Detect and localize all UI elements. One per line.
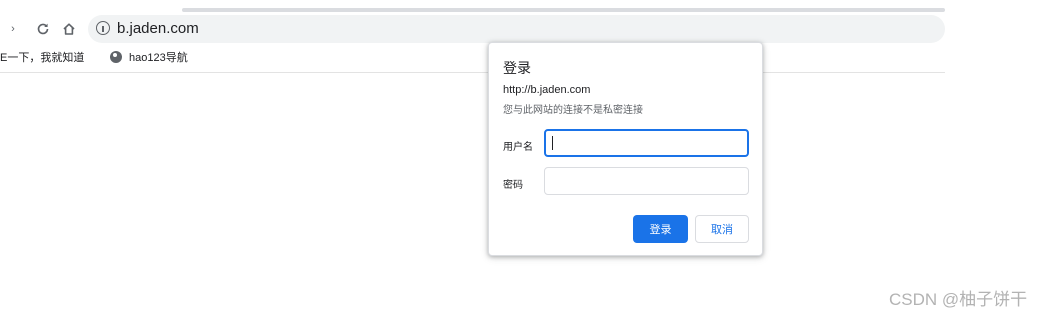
toolbar-divider	[0, 72, 945, 73]
reload-icon	[37, 23, 49, 35]
address-bar[interactable]: b.jaden.com	[88, 15, 945, 43]
bookmark-baidu[interactable]: E一下，我就知道	[0, 49, 84, 65]
bookmark-label: E一下，我就知道	[0, 52, 85, 64]
bookmark-hao123[interactable]: hao123导航	[110, 49, 188, 65]
forward-button[interactable]: ›	[6, 14, 20, 44]
bookmark-label: hao123导航	[129, 52, 188, 64]
connection-warning: 您与此网站的连接不是私密连接	[503, 105, 643, 116]
bookmarks-bar: E一下，我就知道 hao123导航	[0, 46, 945, 68]
tab-strip	[182, 8, 945, 12]
watermark: CSDN @柚子饼干	[889, 290, 1028, 309]
address-url: b.jaden.com	[117, 20, 199, 37]
password-input[interactable]	[544, 167, 749, 195]
cancel-button[interactable]: 取消	[695, 215, 749, 243]
dialog-site-url: http://b.jaden.com	[503, 84, 591, 96]
chevron-right-icon: ›	[11, 22, 15, 35]
login-button[interactable]: 登录	[633, 215, 688, 243]
globe-icon	[110, 51, 122, 63]
text-caret	[552, 136, 553, 150]
info-icon[interactable]	[96, 21, 110, 35]
password-label: 密码	[503, 180, 523, 191]
login-dialog: 登录 http://b.jaden.com 您与此网站的连接不是私密连接 用户名…	[488, 42, 763, 256]
reload-button[interactable]	[30, 14, 56, 44]
home-icon	[63, 23, 75, 35]
browser-toolbar: › b.jaden.com	[0, 14, 1053, 44]
home-button[interactable]	[56, 14, 82, 44]
username-input[interactable]	[544, 129, 749, 157]
username-label: 用户名	[503, 142, 533, 153]
dialog-title: 登录	[503, 60, 531, 76]
